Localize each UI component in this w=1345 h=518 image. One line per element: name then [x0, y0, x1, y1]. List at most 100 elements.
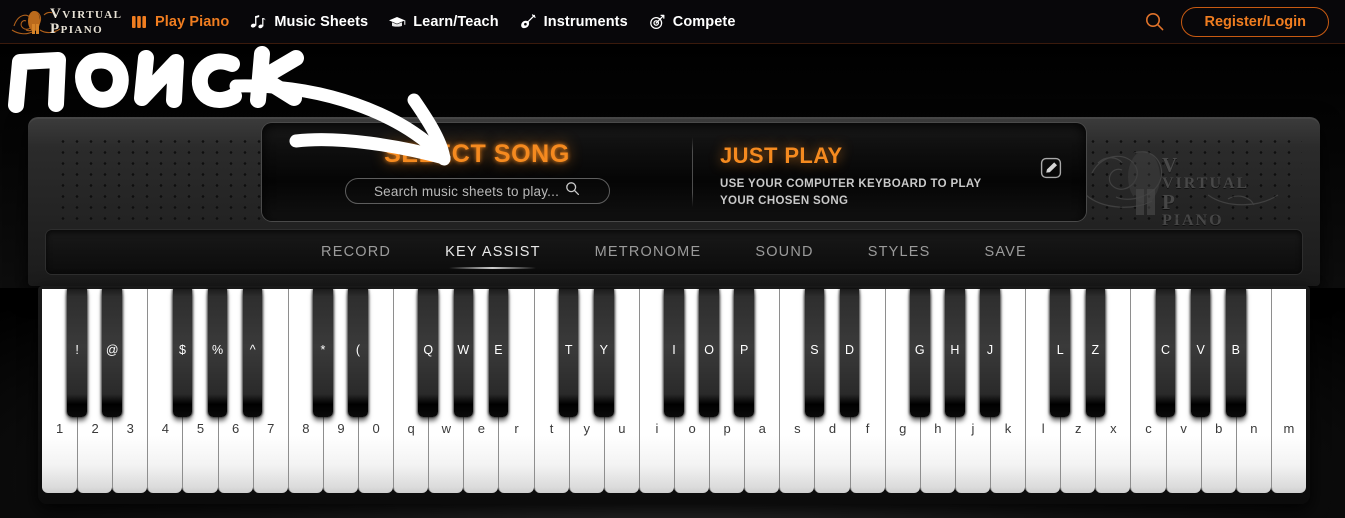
toolbar-item-key-assist[interactable]: KEY ASSIST: [441, 240, 545, 269]
white-key-label: 9: [337, 421, 345, 436]
nav-item-compete[interactable]: Compete: [648, 13, 736, 31]
search-icon[interactable]: [1143, 11, 1165, 33]
just-play-panel: JUST PLAY USE YOUR COMPUTER KEYBOARD TO …: [692, 123, 1086, 221]
nav-label-compete: Compete: [672, 13, 736, 30]
black-key-label: B: [1231, 342, 1240, 357]
black-key-label: J: [986, 342, 994, 357]
nav-items: Play Piano Music Sheets Learn/Teach Inst…: [130, 13, 736, 31]
black-key-$[interactable]: $: [172, 289, 193, 417]
black-key-label: *: [320, 342, 326, 357]
edit-pencil-icon[interactable]: [1040, 157, 1062, 179]
black-key-![interactable]: !: [67, 289, 87, 417]
white-key-label: s: [794, 421, 801, 436]
black-key-*[interactable]: *: [313, 289, 333, 417]
white-key-label: 2: [91, 421, 99, 436]
black-key-C[interactable]: C: [1155, 289, 1176, 417]
toolbar-item-save[interactable]: SAVE: [981, 240, 1031, 264]
white-key-label: i: [655, 421, 659, 436]
black-key-label: (: [355, 342, 361, 357]
black-key-D[interactable]: D: [839, 289, 860, 417]
function-toolbar: RECORD KEY ASSIST METRONOME SOUND STYLES…: [46, 230, 1302, 274]
white-key-label: h: [934, 421, 942, 436]
black-key-G[interactable]: G: [909, 289, 930, 417]
register-login-button[interactable]: Register/Login: [1181, 6, 1329, 37]
black-key-Q[interactable]: Q: [418, 289, 439, 417]
black-key-label: Z: [1091, 342, 1100, 357]
black-key-^[interactable]: ^: [242, 289, 263, 417]
nav-item-instruments[interactable]: Instruments: [519, 13, 628, 31]
white-key-label: d: [828, 421, 837, 436]
music-notes-icon: [249, 13, 267, 31]
nav-item-play-piano[interactable]: Play Piano: [130, 13, 229, 31]
white-key-label: q: [407, 421, 415, 436]
black-key-label: V: [1196, 342, 1205, 357]
white-key-label: z: [1075, 421, 1082, 436]
nav-label-instruments: Instruments: [543, 13, 628, 30]
toolbar-item-sound[interactable]: SOUND: [751, 240, 817, 264]
search-music-sheets-input[interactable]: Search music sheets to play...: [344, 178, 610, 204]
white-key-label: g: [899, 421, 907, 436]
black-key-label: @: [105, 342, 119, 357]
black-key-B[interactable]: B: [1225, 289, 1246, 417]
toolbar-item-metronome[interactable]: METRONOME: [591, 240, 706, 264]
just-play-title[interactable]: JUST PLAY: [720, 143, 1086, 169]
black-key-Y[interactable]: Y: [593, 289, 614, 417]
black-key-I[interactable]: I: [664, 289, 684, 417]
black-key-W[interactable]: W: [453, 289, 474, 417]
brand-logo[interactable]: VVIRTUAL PPIANO: [10, 4, 121, 40]
black-key-T[interactable]: T: [558, 289, 579, 417]
logo-line-2: PIANO: [60, 23, 104, 36]
white-key-label: e: [477, 421, 485, 436]
black-key-S[interactable]: S: [804, 289, 825, 417]
nav-item-learn-teach[interactable]: Learn/Teach: [388, 13, 499, 31]
white-key-label: 1: [55, 421, 64, 436]
black-key-L[interactable]: L: [1050, 289, 1071, 417]
guitar-icon: [519, 13, 537, 31]
black-key-([interactable]: (: [348, 289, 368, 417]
black-key-H[interactable]: H: [945, 289, 965, 417]
speaker-grille-left: [56, 136, 280, 228]
black-key-label: E: [494, 342, 503, 357]
select-song-title[interactable]: SELECT SONG: [384, 140, 570, 169]
toolbar-item-record[interactable]: RECORD: [317, 240, 395, 264]
black-key-P[interactable]: P: [734, 289, 755, 417]
white-key-label: 7: [267, 421, 275, 436]
black-key-@[interactable]: @: [102, 289, 123, 417]
white-key-label: 3: [126, 421, 134, 436]
black-key-label: S: [810, 342, 819, 357]
white-key-label: r: [514, 421, 519, 436]
white-key-label: n: [1250, 421, 1258, 436]
nav-label-music-sheets: Music Sheets: [274, 13, 369, 30]
black-key-Z[interactable]: Z: [1085, 289, 1106, 417]
black-key-O[interactable]: O: [699, 289, 719, 417]
white-key-label: 4: [161, 421, 169, 436]
white-key-label: k: [1004, 421, 1012, 436]
black-key-label: C: [1161, 342, 1171, 357]
black-key-V[interactable]: V: [1190, 289, 1211, 417]
white-key-label: a: [758, 421, 766, 436]
black-key-%[interactable]: %: [207, 289, 228, 417]
black-key-label: I: [672, 342, 676, 357]
white-key-label: m: [1283, 421, 1295, 436]
white-key-label: w: [441, 421, 451, 436]
toolbar-item-styles[interactable]: STYLES: [864, 240, 935, 264]
black-key-label: L: [1056, 342, 1064, 357]
white-key-m[interactable]: m: [1270, 289, 1306, 493]
black-key-label: ^: [249, 342, 256, 357]
target-icon: [648, 13, 666, 31]
white-key-label: l: [1041, 421, 1045, 436]
black-key-label: D: [845, 342, 855, 357]
white-key-label: b: [1215, 421, 1223, 436]
black-key-label: !: [75, 342, 79, 357]
just-play-line-1: USE YOUR COMPUTER KEYBOARD TO PLAY: [720, 178, 982, 190]
select-song-panel: SELECT SONG Search music sheets to play.…: [262, 123, 692, 221]
black-key-J[interactable]: J: [980, 289, 1000, 417]
white-key-label: x: [1110, 421, 1117, 436]
black-key-label: T: [564, 342, 573, 357]
white-key-label: p: [723, 421, 731, 436]
white-key-label: 8: [302, 421, 310, 436]
nav-item-music-sheets[interactable]: Music Sheets: [249, 13, 368, 31]
white-key-label: o: [688, 421, 696, 436]
nav-right-group: Register/Login: [1143, 6, 1329, 37]
black-key-E[interactable]: E: [488, 289, 509, 417]
